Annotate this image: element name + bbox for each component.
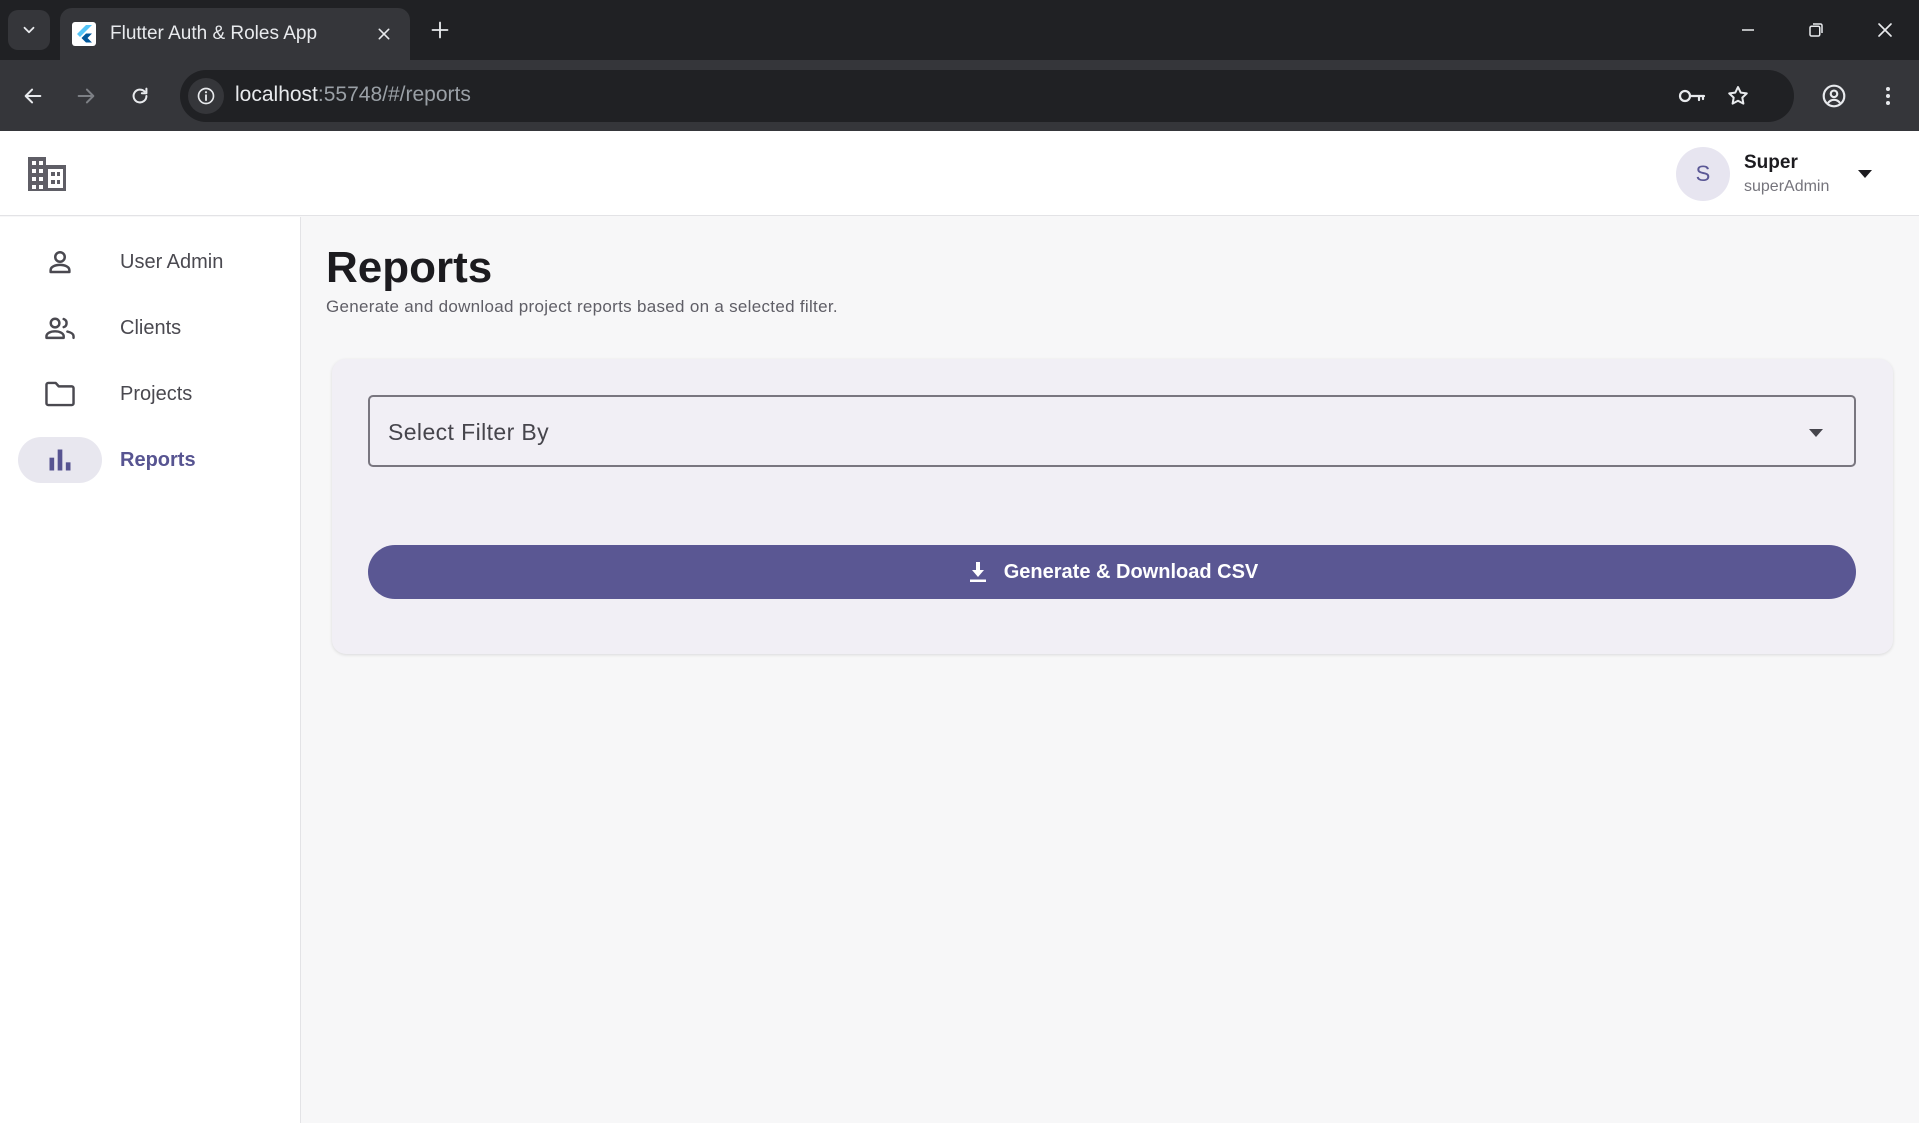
reload-icon [132,87,148,104]
sidebar-item-clients[interactable]: Clients [18,304,288,352]
minimize-icon [1742,29,1754,31]
app-header: S Super superAdmin [0,131,1919,216]
caret-down-icon[interactable] [1853,162,1877,186]
bar-chart-icon [49,449,71,471]
sidebar-item-label: Projects [120,382,193,405]
user-info: Super superAdmin [1744,152,1829,196]
tab-title: Flutter Auth & Roles App [110,23,318,44]
page-title: Reports [326,243,493,292]
sidebar-item-label: Clients [120,316,182,339]
sidebar-nav: User Admin Clients Projects Reports [0,217,301,1123]
nav-icon-container [18,437,102,483]
sidebar-item-label: User Admin [120,250,224,273]
browser-tabstrip: Flutter Auth & Roles App [0,0,1919,60]
address-bar[interactable]: localhost:55748/#/reports [180,70,1794,122]
bookmark-star-icon[interactable] [1722,80,1754,112]
nav-icon-container [18,371,102,417]
page-subtitle: Generate and download project reports ba… [326,297,838,316]
more-vert-icon [1886,87,1890,105]
nav-icon-container [18,239,102,285]
browser-menu-button[interactable] [1868,76,1908,116]
folder-icon [45,381,75,407]
sidebar-item-label: Reports [120,448,196,471]
forward-button[interactable] [66,76,106,116]
generate-download-csv-button[interactable]: Generate & Download CSV [368,545,1856,599]
user-role: superAdmin [1744,178,1830,195]
person-icon [49,250,71,274]
user-menu[interactable]: S Super superAdmin [1676,145,1896,203]
back-button[interactable] [13,76,53,116]
report-card: Select Filter By Generate & Download CSV [332,359,1893,654]
sidebar-item-projects[interactable]: Projects [18,370,288,418]
close-icon [1878,23,1892,37]
profile-button[interactable] [1814,76,1854,116]
tab-search-button[interactable] [8,10,50,50]
nav-icon-container [18,305,102,351]
main-content: Reports Generate and download project re… [302,217,1919,1123]
people-icon [45,317,75,340]
generate-button-label: Generate & Download CSV [1003,560,1259,583]
arrow-left-icon [24,88,42,104]
building-icon[interactable] [24,151,70,197]
restore-button[interactable] [1794,8,1838,52]
restore-icon [1809,23,1823,37]
info-icon [197,87,215,105]
close-window-button[interactable] [1863,8,1907,52]
filter-select-placeholder: Select Filter By [388,419,550,445]
minimize-button[interactable] [1726,8,1770,52]
url-host: localhost [235,83,318,106]
url-path: :55748/#/reports [317,83,471,106]
url-text: localhost:55748/#/reports [235,83,471,107]
chevron-down-icon [23,26,35,34]
filter-select[interactable]: Select Filter By [368,395,1856,467]
flutter-icon [72,22,96,46]
browser-toolbar: localhost:55748/#/reports [0,60,1919,131]
download-icon [966,560,990,584]
new-tab-button[interactable] [424,14,456,46]
dropdown-arrow-icon [1804,421,1828,445]
sidebar-item-user-admin[interactable]: User Admin [18,238,288,286]
browser-tab[interactable]: Flutter Auth & Roles App [60,8,410,60]
avatar: S [1676,147,1730,201]
plus-icon [431,21,449,39]
user-name: Super [1744,152,1798,173]
arrow-right-icon [77,88,95,104]
sidebar-item-reports[interactable]: Reports [18,436,288,484]
close-tab-icon[interactable] [372,22,396,46]
reload-button[interactable] [120,76,160,116]
account-circle-icon [1822,84,1846,108]
password-key-icon[interactable] [1676,80,1708,112]
site-info-button[interactable] [188,78,224,114]
